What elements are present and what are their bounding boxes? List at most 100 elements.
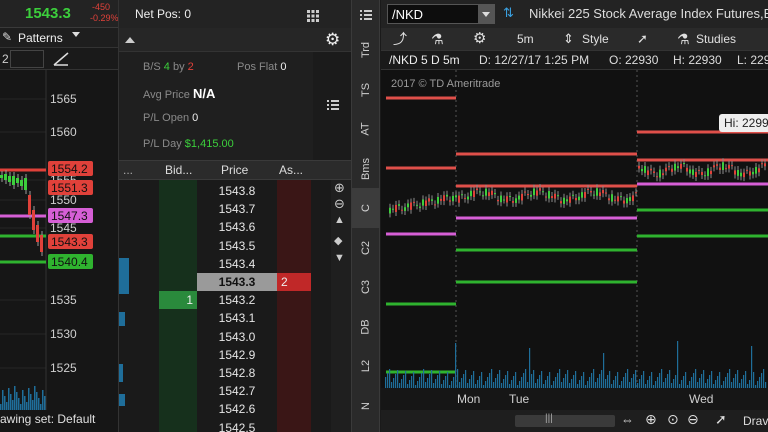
ladder-price[interactable]: 1543.3 xyxy=(197,273,277,291)
ladder-price[interactable]: 1542.7 xyxy=(197,382,277,400)
studies-button[interactable]: Studies xyxy=(696,28,736,50)
ladder-ask-size[interactable] xyxy=(277,255,311,273)
ladder-row[interactable]: 1543.5 xyxy=(119,237,349,255)
expand-icon[interactable]: ⇔ xyxy=(621,412,634,427)
ladder-bid-size[interactable] xyxy=(159,182,197,200)
ladder-row[interactable]: 1543.3 2 xyxy=(119,273,349,291)
ladder-bid-size[interactable] xyxy=(159,237,197,255)
drawings-button[interactable]: Drav xyxy=(743,414,768,428)
side-tab-at[interactable]: AT xyxy=(352,109,380,149)
style-icon[interactable]: ⇕ xyxy=(563,28,574,50)
ladder-bid-size[interactable] xyxy=(159,255,197,273)
ladder-ask-size[interactable] xyxy=(277,182,311,200)
ladder-ask-size[interactable] xyxy=(277,309,311,327)
horizontal-scrollbar[interactable]: ||| xyxy=(515,413,615,427)
ladder-price[interactable]: 1542.5 xyxy=(197,419,277,432)
pointer-icon[interactable]: ➚ xyxy=(715,411,727,428)
ladder-price[interactable]: 1543.2 xyxy=(197,291,277,309)
settings-gear-icon[interactable]: ⚙ xyxy=(473,28,486,50)
ladder-bid-size[interactable] xyxy=(159,218,197,236)
left-subbar-box[interactable] xyxy=(10,50,44,68)
zoom-minus-icon[interactable]: ⊖ xyxy=(687,411,699,428)
flask-icon[interactable]: ⚗ xyxy=(431,28,444,50)
ladder-ask-size[interactable] xyxy=(277,364,311,382)
crosshair-icon[interactable]: ⊕ xyxy=(645,411,657,428)
ladder-price[interactable]: 1543.0 xyxy=(197,328,277,346)
gear-icon[interactable]: ⚙ xyxy=(325,30,340,50)
cursor-icon[interactable]: ➚ xyxy=(637,28,648,50)
ladder-price[interactable]: 1543.5 xyxy=(197,237,277,255)
side-tab-c2[interactable]: C2 xyxy=(352,228,380,268)
ladder-bid-size[interactable] xyxy=(159,200,197,218)
ladder-ask-size[interactable] xyxy=(277,346,311,364)
zoom-in-icon[interactable]: ⊕ xyxy=(334,180,345,196)
ladder-row[interactable]: 1542.6 xyxy=(119,400,349,418)
side-tab-c3[interactable]: C3 xyxy=(352,267,380,307)
ladder-ask-size[interactable] xyxy=(277,419,311,432)
col-dots-header[interactable]: ... xyxy=(123,163,133,177)
ladder-price[interactable]: 1542.8 xyxy=(197,364,277,382)
ladder-row[interactable]: 1542.5 xyxy=(119,419,349,432)
col-price-header[interactable]: Price xyxy=(221,163,248,177)
ladder-bid-size[interactable]: 1 xyxy=(159,291,197,310)
ladder-bid-size[interactable] xyxy=(159,400,197,418)
ladder-ask-size[interactable]: 2 xyxy=(277,273,311,291)
ladder-price[interactable]: 1542.9 xyxy=(197,346,277,364)
side-tab-ts[interactable]: TS xyxy=(352,70,380,110)
ladder-bid-size[interactable] xyxy=(159,364,197,382)
pencil-icon[interactable]: ✎ xyxy=(2,30,12,44)
ladder-row[interactable]: 1543.1 xyxy=(119,309,349,327)
center-icon[interactable]: ◆ xyxy=(334,234,342,247)
ladder-ask-size[interactable] xyxy=(277,400,311,418)
side-tab-db[interactable]: DB xyxy=(352,307,380,347)
ladder-row[interactable]: 1543.7 xyxy=(119,200,349,218)
ladder-bid-size[interactable] xyxy=(159,382,197,400)
ladder-ask-size[interactable] xyxy=(277,237,311,255)
ladder-row[interactable]: 1543.0 xyxy=(119,328,349,346)
side-menu-icon[interactable] xyxy=(360,8,372,20)
ladder-price[interactable]: 1543.7 xyxy=(197,200,277,218)
scroll-down-icon[interactable]: ▼ xyxy=(334,252,345,264)
side-tab-c[interactable]: C xyxy=(352,188,380,228)
ladder-bid-size[interactable] xyxy=(159,273,197,291)
ladder-ask-size[interactable] xyxy=(277,200,311,218)
ladder-row[interactable]: 1543.8 xyxy=(119,182,349,200)
symbol-input[interactable]: /NKD xyxy=(387,4,495,24)
ladder-bid-size[interactable] xyxy=(159,346,197,364)
interval-button[interactable]: 5m xyxy=(517,28,534,50)
ladder-row[interactable]: 1542.9 xyxy=(119,346,349,364)
ladder-price[interactable]: 1543.6 xyxy=(197,218,277,236)
ladder-bid-size[interactable] xyxy=(159,309,197,327)
grid-icon[interactable] xyxy=(307,9,319,22)
col-bid-header[interactable]: Bid... xyxy=(165,163,192,177)
ladder-row[interactable]: 1542.7 xyxy=(119,382,349,400)
side-tab-n[interactable]: N xyxy=(352,386,380,426)
ladder-ask-size[interactable] xyxy=(277,218,311,236)
chevron-down-icon[interactable] xyxy=(482,12,490,17)
ladder-bid-size[interactable] xyxy=(159,328,197,346)
share-icon[interactable]: ⤴ xyxy=(393,28,407,50)
side-tab-bms[interactable]: Bms xyxy=(352,149,380,189)
ladder-row[interactable]: 1543.4 xyxy=(119,255,349,273)
side-tab-trd[interactable]: Trd xyxy=(352,30,380,70)
list-menu-icon[interactable] xyxy=(327,98,339,110)
dropdown-arrow-icon[interactable] xyxy=(72,32,80,37)
studies-flask-icon[interactable]: ⚗ xyxy=(677,28,690,50)
ladder-ask-size[interactable] xyxy=(277,328,311,346)
draw-line-icon[interactable] xyxy=(52,51,70,67)
ladder-price[interactable]: 1543.1 xyxy=(197,309,277,327)
ladder-bid-size[interactable] xyxy=(159,419,197,432)
collapse-arrow-icon[interactable] xyxy=(125,37,135,43)
style-button[interactable]: Style xyxy=(582,28,609,50)
col-ask-header[interactable]: As... xyxy=(279,163,303,177)
scroll-up-icon[interactable]: ▲ xyxy=(334,214,345,226)
ladder-row[interactable]: 1543.6 xyxy=(119,218,349,236)
side-tab-l2[interactable]: L2 xyxy=(352,346,380,386)
zoom-out-icon[interactable]: ⊖ xyxy=(334,196,345,212)
link-icon[interactable]: ⇅ xyxy=(503,5,514,21)
ladder-price[interactable]: 1542.6 xyxy=(197,400,277,418)
patterns-button[interactable]: Patterns xyxy=(18,31,63,45)
ladder-ask-size[interactable] xyxy=(277,382,311,400)
ladder-row[interactable]: 1542.8 xyxy=(119,364,349,382)
magnifier-icon[interactable]: ⊙ xyxy=(667,411,679,428)
